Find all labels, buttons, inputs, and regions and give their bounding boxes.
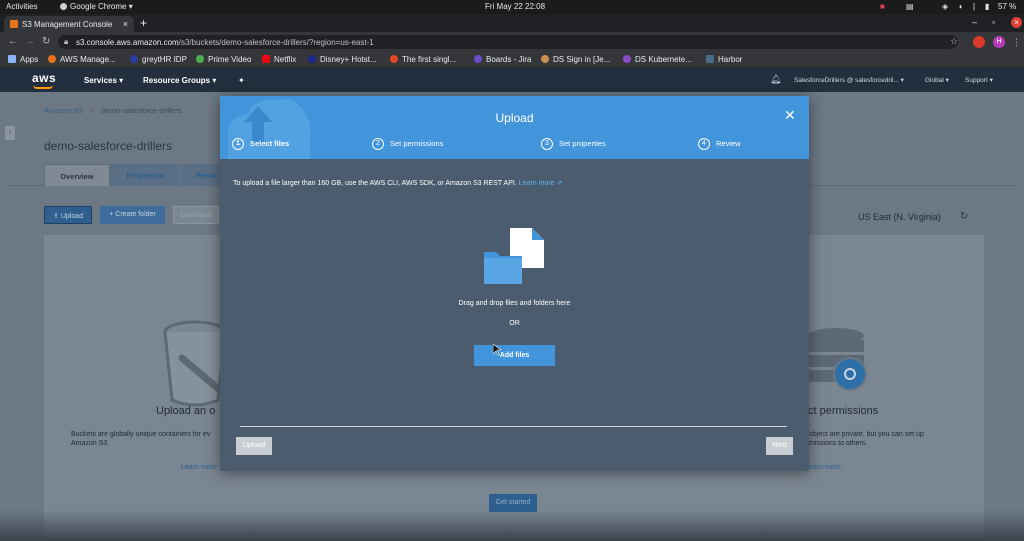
- or-text: OR: [509, 320, 520, 327]
- bookmark-aws[interactable]: AWS Manage...: [48, 55, 116, 64]
- bookmark-harbor[interactable]: Harbor: [706, 55, 742, 64]
- bookmark-first-single[interactable]: The first singl...: [390, 55, 456, 64]
- address-bar[interactable]: 🔒︎ s3.console.aws.amazon.com/s3/buckets/…: [58, 35, 958, 49]
- new-tab-button[interactable]: +: [140, 16, 147, 30]
- close-tab-icon[interactable]: ×: [123, 19, 128, 29]
- bookmark-ds-signin[interactable]: DS Sign in [Je...: [541, 55, 610, 64]
- browser-toolbar: ← → ↻ 🔒︎ s3.console.aws.amazon.com/s3/bu…: [0, 32, 1024, 52]
- buckets-description-line1: Buckets are globally unique containers f…: [71, 431, 211, 438]
- pin-icon[interactable]: ✦: [238, 76, 245, 85]
- bookmark-apps[interactable]: Apps: [8, 55, 38, 64]
- system-top-bar: Activities Google Chrome ▾ Fri May 22 22…: [0, 0, 1024, 14]
- drag-drop-text: Drag and drop files and folders here: [458, 300, 571, 307]
- profile-avatar[interactable]: H: [993, 36, 1005, 48]
- close-window-icon[interactable]: ×: [1011, 17, 1022, 28]
- modal-upload-button[interactable]: Upload: [236, 437, 272, 455]
- create-folder-button[interactable]: + Create folder: [100, 206, 165, 224]
- modal-footer-divider: [240, 426, 787, 427]
- chrome-menu-icon[interactable]: ⋮: [1012, 37, 1021, 48]
- activities-button[interactable]: Activities: [6, 2, 38, 11]
- extension-icon[interactable]: [973, 36, 985, 48]
- learn-more-link-left[interactable]: Learn more: [181, 464, 217, 471]
- step-set-permissions[interactable]: 2 Set permissions: [372, 138, 443, 150]
- step-set-properties[interactable]: 3 Set properties: [541, 138, 606, 150]
- apps-grid-icon: [8, 55, 16, 63]
- forward-icon[interactable]: →: [25, 36, 35, 47]
- region-label: US East (N. Virginia): [858, 212, 941, 222]
- tab-properties[interactable]: Properties: [110, 164, 180, 186]
- download-button[interactable]: Download: [173, 206, 219, 224]
- learn-more-link-right[interactable]: earn more: [809, 464, 841, 471]
- chrome-app-menu[interactable]: Google Chrome ▾: [60, 2, 133, 11]
- permissions-description-line1: object are private, but you can set up: [809, 431, 924, 438]
- back-icon[interactable]: ←: [8, 36, 18, 47]
- services-menu[interactable]: Services ▾: [84, 76, 123, 85]
- close-icon[interactable]: ✕: [784, 108, 796, 122]
- clock[interactable]: Fri May 22 22:08: [485, 2, 545, 11]
- tab-permissions[interactable]: Permi: [181, 164, 221, 186]
- breadcrumb-amazon-s3[interactable]: Amazon S3: [44, 106, 83, 115]
- bookmark-star-icon[interactable]: ☆: [950, 36, 958, 47]
- external-link-icon: ↗: [556, 180, 563, 187]
- database-permissions-icon: [808, 328, 867, 391]
- bookmarks-bar: Apps AWS Manage... greytHR IDP Prime Vid…: [0, 52, 1024, 68]
- bookmark-jira[interactable]: Boards - Jira: [474, 55, 531, 64]
- learn-more-link[interactable]: Learn more ↗: [519, 180, 563, 187]
- bottom-shade: [0, 510, 1024, 541]
- large-file-info: To upload a file larger than 160 GB, use…: [233, 180, 563, 187]
- support-menu[interactable]: Support ▾: [965, 76, 993, 84]
- buckets-description-line2: Amazon S3.: [71, 440, 110, 447]
- add-files-button[interactable]: Add files: [474, 345, 555, 366]
- bell-icon[interactable]: 🔔︎: [770, 74, 781, 85]
- modal-next-button[interactable]: Next: [766, 437, 793, 455]
- modal-title: Upload: [495, 111, 534, 125]
- tray-app-icon[interactable]: ■: [880, 2, 885, 11]
- permissions-description-line2: missions to others.: [809, 440, 868, 447]
- microphone-icon[interactable]: |: [973, 2, 975, 11]
- tab-s3-console[interactable]: S3 Management Console ×: [4, 16, 134, 32]
- page-title: demo-salesforce-drillers: [44, 139, 173, 153]
- clipboard-icon[interactable]: ▤: [906, 2, 914, 11]
- upload-icon: ⇪: [52, 213, 59, 220]
- object-permissions-heading: ct permissions: [808, 405, 879, 417]
- battery-icon[interactable]: ▮: [985, 2, 989, 11]
- lock-icon: 🔒︎: [64, 37, 69, 46]
- step-select-files[interactable]: 1 Select files: [232, 138, 289, 150]
- aws-favicon-icon: [10, 20, 18, 28]
- bookmark-prime-video[interactable]: Prime Video: [196, 55, 251, 64]
- resource-groups-menu[interactable]: Resource Groups ▾: [143, 76, 216, 85]
- upload-button[interactable]: ⇪ Upload: [44, 206, 92, 224]
- aws-console-header: aws Services ▾ Resource Groups ▾ ✦ 🔔︎ Sa…: [0, 68, 1024, 92]
- reload-icon[interactable]: ↻: [42, 36, 50, 47]
- wifi-icon[interactable]: ◈: [942, 2, 948, 11]
- mouse-cursor-icon: [493, 344, 501, 356]
- minimize-icon[interactable]: –: [972, 17, 977, 27]
- step-review[interactable]: 4 Review: [698, 138, 741, 150]
- breadcrumb-bucket: demo-salesforce-drillers: [101, 106, 182, 115]
- battery-percent: 57 %: [998, 2, 1017, 11]
- file-folder-icon: [484, 228, 544, 284]
- volume-icon[interactable]: ◖: [958, 2, 963, 11]
- bookmark-ds-kubernetes[interactable]: DS Kubernete...: [623, 55, 692, 64]
- tab-overview[interactable]: Overview: [44, 164, 110, 186]
- bookmark-greythr[interactable]: greytHR IDP: [130, 55, 187, 64]
- browser-tab-strip: S3 Management Console ×: [0, 14, 1024, 32]
- refresh-icon[interactable]: ↻: [960, 211, 968, 222]
- bookmark-netflix[interactable]: Netflix: [262, 55, 296, 64]
- aws-logo[interactable]: aws: [32, 71, 56, 89]
- region-menu[interactable]: Global ▾: [925, 76, 949, 84]
- upload-modal: Upload ✕ 1 Select files 2 Set permissions …: [220, 96, 809, 471]
- sidebar-toggle-icon[interactable]: ›: [5, 126, 15, 140]
- breadcrumb: Amazon S3 › demo-salesforce-drillers: [44, 106, 182, 115]
- tab-title: S3 Management Console: [22, 20, 113, 29]
- maximize-icon[interactable]: ▫: [992, 17, 995, 27]
- bookmark-disney[interactable]: Disney+ Hotst...: [308, 55, 377, 64]
- modal-header: Upload ✕ 1 Select files 2 Set permissions …: [220, 96, 809, 159]
- chrome-icon: [60, 3, 67, 10]
- upload-object-heading: Upload an o: [156, 405, 216, 417]
- account-menu[interactable]: SalesforceDrillers @ salesforcedril... ▾: [794, 76, 904, 84]
- url-text: s3.console.aws.amazon.com/s3/buckets/dem…: [76, 38, 374, 47]
